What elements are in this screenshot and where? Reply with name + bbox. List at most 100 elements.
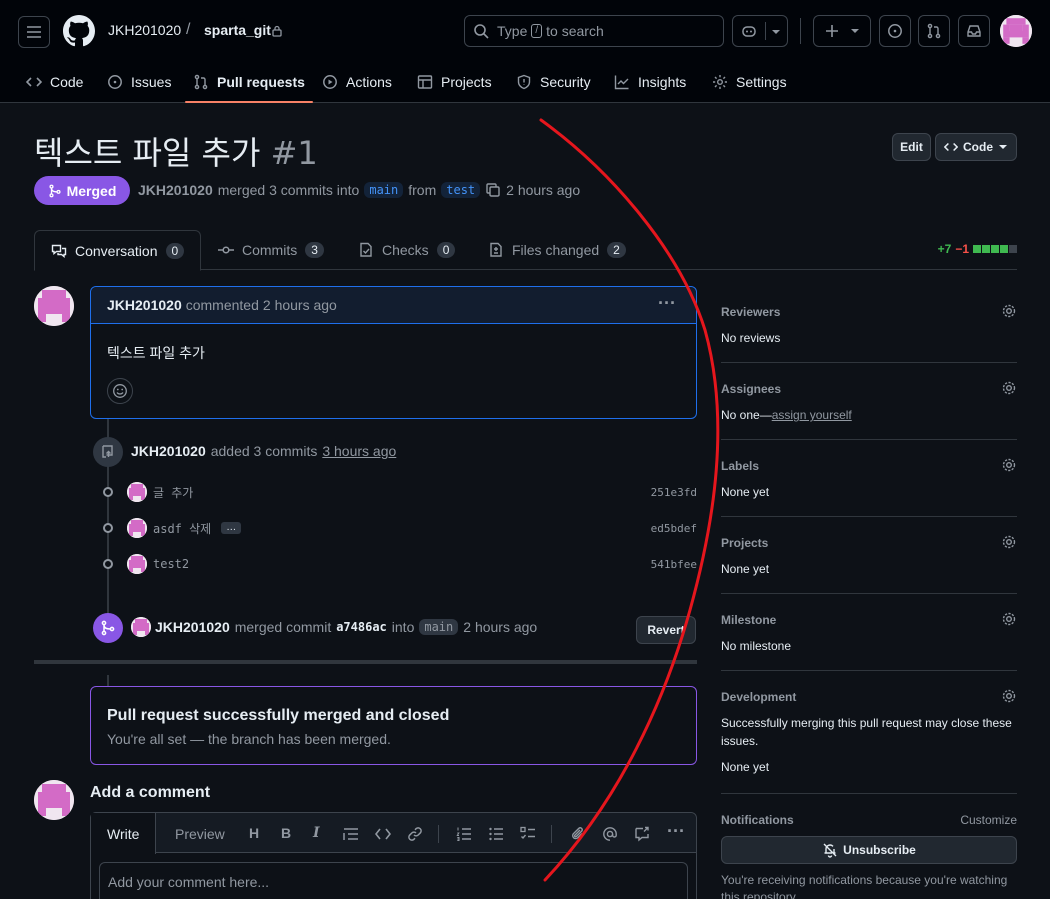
tab-conversation[interactable]: Conversation 0 <box>34 230 202 271</box>
copilot-button[interactable] <box>732 15 788 47</box>
mention-icon[interactable] <box>602 826 618 842</box>
nav-issues[interactable]: Issues <box>107 60 171 103</box>
commits-event-time[interactable]: 3 hours ago <box>322 443 396 459</box>
merge-target-branch[interactable]: main <box>419 619 459 635</box>
commit-icon <box>218 246 234 254</box>
task-list-icon[interactable] <box>520 826 536 842</box>
tab-preview[interactable]: Preview <box>175 813 225 854</box>
merge-icon <box>49 184 61 197</box>
pr-meta-text: merged 3 commits into <box>217 182 360 198</box>
code-dropdown-button[interactable]: Code <box>935 133 1017 161</box>
gear-icon[interactable] <box>1001 380 1017 396</box>
repo-owner-link[interactable]: JKH201020 <box>108 22 181 38</box>
commit-sha[interactable]: 251e3fd <box>651 486 697 499</box>
search-placeholder-suffix: to search <box>546 23 604 39</box>
tab-checks[interactable]: Checks 0 <box>358 230 456 270</box>
assign-yourself-link[interactable]: assign yourself <box>772 408 852 422</box>
breadcrumb-separator: / <box>186 21 191 38</box>
nav-security[interactable]: Security <box>516 60 591 103</box>
gear-icon[interactable] <box>1001 611 1017 627</box>
link-icon[interactable] <box>407 826 423 842</box>
tab-checks-label: Checks <box>382 242 429 258</box>
create-new-button[interactable] <box>813 15 871 47</box>
nav-pull-requests[interactable]: Pull requests <box>185 60 313 103</box>
development-value: None yet <box>721 760 770 774</box>
commit-author-avatar[interactable] <box>127 554 147 574</box>
sidebar-projects: Projects None yet <box>721 534 1017 576</box>
gear-icon[interactable] <box>1001 457 1017 473</box>
timeline-line <box>107 675 109 686</box>
comment-textarea[interactable]: Add your comment here... <box>99 862 688 899</box>
commit-expand-button[interactable]: … <box>221 522 242 534</box>
tab-files-changed[interactable]: Files changed 2 <box>488 230 626 270</box>
gear-icon[interactable] <box>1001 688 1017 704</box>
paperclip-icon[interactable] <box>570 826 586 842</box>
assignees-title: Assignees <box>721 382 782 396</box>
comment-author-avatar[interactable] <box>34 286 74 326</box>
edit-title-button[interactable]: Edit <box>892 133 931 161</box>
merge-commit-sha[interactable]: a7486ac <box>336 620 387 634</box>
nav-insights[interactable]: Insights <box>614 60 686 103</box>
copy-icon[interactable] <box>485 182 501 198</box>
merge-event-time[interactable]: 2 hours ago <box>463 619 537 635</box>
table-icon <box>417 74 433 89</box>
pr-author-link[interactable]: JKH201020 <box>138 182 213 198</box>
user-avatar[interactable] <box>1000 15 1032 47</box>
head-branch[interactable]: test <box>441 182 481 198</box>
italic-icon[interactable]: I <box>313 825 320 841</box>
nav-settings[interactable]: Settings <box>712 60 787 103</box>
commit-author-avatar[interactable] <box>127 482 147 502</box>
ordered-list-icon[interactable] <box>456 826 472 842</box>
revert-button[interactable]: Revert <box>636 616 696 644</box>
quote-icon[interactable] <box>343 827 359 841</box>
chevron-down-icon <box>772 30 780 34</box>
bold-icon[interactable]: B <box>281 825 291 841</box>
tab-commits[interactable]: Commits 3 <box>218 230 324 270</box>
gear-icon[interactable] <box>1001 303 1017 319</box>
tab-files-changed-count: 2 <box>607 242 626 258</box>
commit-message[interactable]: asdf 삭제 <box>153 520 211 537</box>
commit-message[interactable]: 글 추가 <box>153 484 193 501</box>
heading-icon[interactable]: H <box>249 825 259 841</box>
commit-author-avatar[interactable] <box>127 518 147 538</box>
github-logo-icon[interactable] <box>63 15 95 47</box>
nav-code[interactable]: Code <box>26 60 83 103</box>
merge-author-avatar[interactable] <box>131 617 151 637</box>
unsubscribe-button[interactable]: Unsubscribe <box>721 836 1017 864</box>
inbox-button[interactable] <box>958 15 990 47</box>
repo-push-icon <box>102 445 113 458</box>
merge-event-author[interactable]: JKH201020 <box>155 619 230 635</box>
tab-write[interactable]: Write <box>91 813 157 854</box>
commit-sha[interactable]: 541bfee <box>651 558 697 571</box>
nav-actions[interactable]: Actions <box>322 60 392 103</box>
development-desc: Successfully merging this pull request m… <box>721 716 1012 748</box>
issues-button[interactable] <box>879 15 911 47</box>
comment-action: commented <box>185 297 259 313</box>
sidebar-milestone: Milestone No milestone <box>721 611 1017 653</box>
cross-reference-icon[interactable] <box>634 826 650 842</box>
comment-time[interactable]: 2 hours ago <box>263 297 337 313</box>
merge-event: JKH201020 merged commit a7486ac into mai… <box>155 619 537 635</box>
editor-toolbar: Write Preview H B I ··· <box>91 813 696 854</box>
nav-projects[interactable]: Projects <box>417 60 492 103</box>
commit-sha[interactable]: ed5bdef <box>651 522 697 535</box>
commits-event-author[interactable]: JKH201020 <box>131 443 206 459</box>
gear-icon[interactable] <box>1001 534 1017 550</box>
graph-icon <box>614 75 629 89</box>
customize-link[interactable]: Customize <box>960 813 1017 827</box>
current-user-avatar[interactable] <box>34 780 74 820</box>
repo-name-link[interactable]: sparta_git <box>204 22 271 38</box>
hamburger-menu-button[interactable] <box>18 16 50 48</box>
code-icon <box>944 142 958 152</box>
base-branch[interactable]: main <box>364 182 404 198</box>
unordered-list-icon[interactable] <box>488 826 504 842</box>
commit-message[interactable]: test2 <box>153 557 189 571</box>
search-input[interactable]: Type / to search <box>464 15 724 47</box>
more-toolbar-icon[interactable]: ··· <box>667 821 685 842</box>
comment-more-button[interactable]: ··· <box>658 293 676 314</box>
nav-settings-label: Settings <box>736 73 787 90</box>
add-reaction-button[interactable] <box>107 378 133 404</box>
comment-author[interactable]: JKH201020 <box>107 297 182 313</box>
code-icon[interactable] <box>375 827 391 841</box>
pull-requests-button[interactable] <box>918 15 950 47</box>
